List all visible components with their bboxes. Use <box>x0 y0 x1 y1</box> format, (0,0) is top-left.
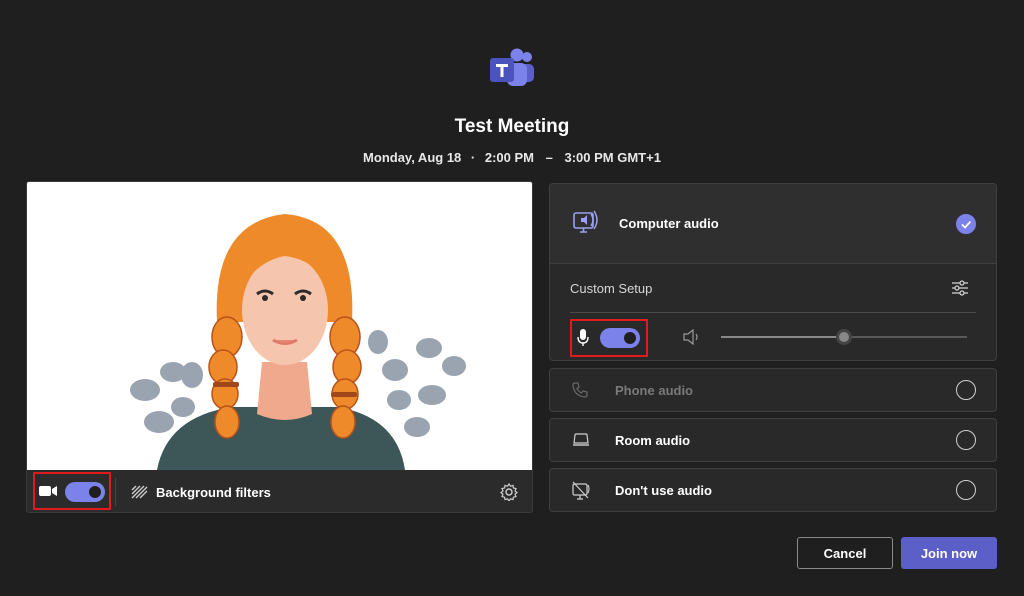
meeting-schedule: Monday, Aug 18 · 2:00 PM – 3:00 PM GMT+1 <box>0 150 1024 165</box>
schedule-dash: – <box>545 150 553 165</box>
phone-icon <box>572 382 588 398</box>
no-audio-radio[interactable] <box>956 480 976 500</box>
microphone-toggle[interactable] <box>600 328 640 348</box>
room-audio-label: Room audio <box>615 433 691 448</box>
speaker-volume-icon <box>683 329 698 345</box>
computer-speaker-icon <box>573 210 598 233</box>
camera-toggle[interactable] <box>65 482 105 502</box>
join-now-button[interactable]: Join now <box>901 537 997 569</box>
cancel-button[interactable]: Cancel <box>797 537 893 569</box>
background-filters-button[interactable]: Background filters <box>131 470 271 512</box>
background-filters-label: Background filters <box>156 484 271 500</box>
schedule-separator: · <box>470 150 476 165</box>
microphone-toggle-knob <box>624 332 636 344</box>
camera-toggle-knob <box>89 486 101 498</box>
device-settings-icon[interactable] <box>951 280 969 296</box>
custom-setup-divider <box>570 312 976 313</box>
phone-audio-label: Phone audio <box>615 383 693 398</box>
speaker-off-icon <box>572 481 590 500</box>
background-filters-icon <box>131 485 148 499</box>
no-audio-option[interactable]: Don't use audio <box>549 468 997 512</box>
video-panel: Background filters <box>26 181 533 513</box>
checkmark-icon <box>960 220 971 229</box>
room-audio-radio[interactable] <box>956 430 976 450</box>
no-audio-label: Don't use audio <box>615 483 712 498</box>
controls-divider <box>115 478 116 506</box>
meeting-date: Monday, Aug 18 <box>363 150 462 165</box>
computer-audio-card: Computer audio Custom Setup <box>549 183 997 361</box>
meeting-end-time: 3:00 PM GMT+1 <box>564 150 661 165</box>
video-controls-bar: Background filters <box>27 470 532 512</box>
computer-audio-label: Computer audio <box>619 216 719 231</box>
phone-audio-radio[interactable] <box>956 380 976 400</box>
phone-audio-option[interactable]: Phone audio <box>549 368 997 412</box>
room-device-icon <box>573 433 589 446</box>
gear-icon[interactable] <box>500 483 518 501</box>
meeting-title: Test Meeting <box>454 116 570 137</box>
speaker-volume-fill <box>721 336 844 338</box>
room-audio-option[interactable]: Room audio <box>549 418 997 462</box>
avatar-illustration <box>130 214 466 470</box>
camera-icon <box>39 486 57 496</box>
video-preview <box>27 182 532 470</box>
microphone-icon <box>577 329 589 346</box>
teams-logo-icon <box>490 48 534 86</box>
speaker-volume-thumb[interactable] <box>836 329 852 345</box>
custom-setup-label: Custom Setup <box>570 281 653 296</box>
computer-audio-option[interactable]: Computer audio <box>550 184 996 264</box>
computer-audio-radio[interactable] <box>956 214 976 234</box>
meeting-start-time: 2:00 PM <box>484 150 535 165</box>
